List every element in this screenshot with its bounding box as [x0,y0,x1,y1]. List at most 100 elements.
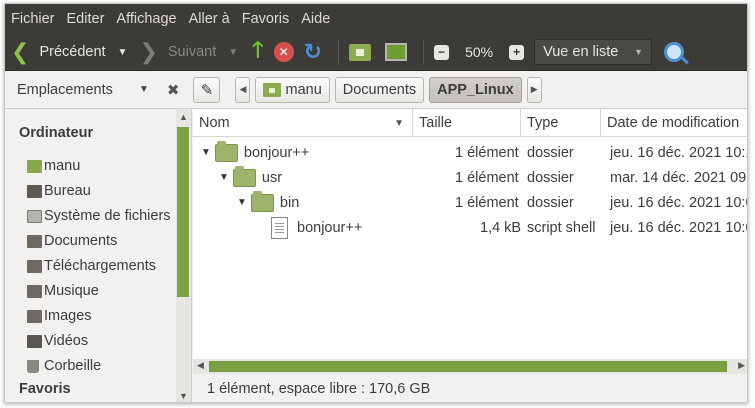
folder-icon [250,190,274,212]
sidebar-item-videos[interactable]: Vidéos [27,330,88,352]
sidebar-item-label: Corbeille [44,358,102,374]
type-cell: dossier [527,144,574,161]
sidebar-item-label: Système de fichiers [44,208,171,224]
breadcrumb-scroll-right[interactable]: ▶ [526,76,542,103]
modified-cell: mar. 14 déc. 2021 09: [610,169,748,186]
breadcrumb-label: APP_Linux [437,81,514,98]
places-dropdown-label[interactable]: Emplacements [17,82,139,98]
expander-open-icon[interactable]: ▼ [219,172,229,183]
column-header-name[interactable]: Nom ▼ [193,109,413,137]
zoom-level: 50% [465,44,494,60]
chevron-down-icon: ▼ [634,47,644,57]
sidebar-scroll-thumb[interactable] [177,127,189,297]
sidebar-item-filesystem[interactable]: Système de fichiers [27,205,171,227]
sidebar-item-documents[interactable]: Documents [27,230,117,252]
file-name: usr [261,169,283,186]
home-folder-icon [27,159,42,173]
file-name: bin [279,194,300,211]
videos-icon [27,334,42,348]
sidebar-item-label: Documents [44,233,118,249]
menu-affichage[interactable]: Affichage [116,11,176,27]
expander-open-icon[interactable]: ▼ [237,197,247,208]
table-row[interactable]: ▼ usr 1 élément dossier mar. 14 déc. 202… [193,165,748,190]
breadcrumb-documents[interactable]: Documents [334,76,425,103]
type-cell: dossier [527,169,574,186]
search-icon[interactable] [664,42,685,62]
up-arrow-icon[interactable]: 🡑 [252,33,263,71]
breadcrumb-app-linux[interactable]: APP_Linux [429,76,522,103]
horizontal-scroll-thumb[interactable] [209,361,727,372]
sidebar-heading-computer: Ordinateur [19,125,94,141]
file-name: bonjour++ [297,219,363,236]
sidebar-item-trash[interactable]: Corbeille [27,355,101,377]
home-folder-icon [263,82,282,97]
chevron-right-icon: ▶ [530,84,538,94]
sidebar-item-label: Images [44,308,92,324]
view-mode-select[interactable]: Vue en liste ▼ [534,39,653,65]
documents-icon [27,234,42,248]
size-cell: 1 élément [455,194,519,211]
column-headers: Nom ▼ Taille Type Date de modification [193,109,747,137]
menu-bar: Fichier Editer Affichage Aller à Favoris… [5,4,747,34]
column-header-modified[interactable]: Date de modification [601,109,747,137]
sidebar-item-bureau[interactable]: Bureau [27,180,91,202]
forward-button[interactable]: ❯ Suivant [139,41,216,63]
menu-favoris[interactable]: Favoris [242,11,290,27]
menu-aide[interactable]: Aide [301,11,330,27]
expander-open-icon[interactable]: ▼ [201,147,211,158]
sort-descending-icon: ▼ [394,117,404,129]
drive-icon [27,209,42,223]
status-text: 1 élément, espace libre : 170,6 GB [207,381,431,397]
breadcrumb-scroll-left[interactable]: ◀ [235,76,251,103]
zoom-in-icon[interactable]: + [509,44,525,60]
computer-icon[interactable] [385,43,408,61]
modified-cell: jeu. 16 déc. 2021 10:0 [610,219,748,236]
sidebar-item-music[interactable]: Musique [27,280,99,302]
menu-editer[interactable]: Editer [67,11,105,27]
back-arrow-icon: ❮ [11,39,30,64]
chevron-left-icon[interactable]: ◀ [197,360,204,371]
close-sidebar-icon[interactable]: ✖ [167,81,180,99]
name-cell: bonjour++ [271,215,362,240]
file-list: Nom ▼ Taille Type Date de modification ▼… [193,109,748,379]
column-label: Taille [419,115,453,131]
sidebar-item-downloads[interactable]: Téléchargements [27,255,156,277]
size-cell: 1,4 kB [480,219,522,236]
location-bar: Emplacements ▼ ✖ ✎ ◀ manu Documents APP_… [5,71,747,109]
home-folder-icon[interactable] [349,43,372,61]
menu-aller-a[interactable]: Aller à [189,11,230,27]
chevron-down-icon[interactable]: ▼ [179,391,188,401]
pictures-icon [27,309,42,323]
back-button[interactable]: ❮ Précédent [11,41,106,63]
sidebar-item-images[interactable]: Images [27,305,92,327]
stop-icon[interactable]: ✕ [273,42,294,62]
sidebar-item-manu[interactable]: manu [27,155,80,177]
reload-icon[interactable]: ↻ [304,39,322,65]
size-cell: 1 élément [455,144,519,161]
chevron-right-icon[interactable]: ▶ [738,360,745,371]
forward-history-dropdown-icon[interactable]: ▼ [228,47,238,58]
folder-icon [232,165,256,187]
table-row[interactable]: ▼ bin 1 élément dossier jeu. 16 déc. 202… [193,190,748,215]
chevron-down-icon[interactable]: ▼ [139,84,149,95]
modified-cell: jeu. 16 déc. 2021 10:0 [610,194,748,211]
table-row[interactable]: ▼ bonjour++ 1 élément dossier jeu. 16 dé… [193,140,747,165]
breadcrumb-manu[interactable]: manu [255,76,330,103]
type-cell: dossier [527,194,574,211]
edit-location-button[interactable]: ✎ [193,76,221,103]
name-cell: ▼ usr [219,165,282,190]
size-cell: 1 élément [455,169,519,186]
sidebar-item-label: manu [44,158,81,174]
file-manager-window: Fichier Editer Affichage Aller à Favoris… [4,3,748,403]
column-header-type[interactable]: Type [521,109,601,137]
table-row[interactable]: bonjour++ 1,4 kB script shell jeu. 16 dé… [193,215,748,240]
horizontal-scrollbar[interactable]: ◀ ▶ [193,359,747,374]
zoom-out-icon[interactable]: − [434,44,450,60]
back-history-dropdown-icon[interactable]: ▼ [118,47,128,58]
column-header-size[interactable]: Taille [413,109,521,137]
sidebar-scrollbar[interactable]: ▲ ▼ [176,109,191,402]
downloads-icon [27,259,42,273]
menu-fichier[interactable]: Fichier [11,11,55,27]
chevron-up-icon[interactable]: ▲ [179,112,188,122]
toolbar-separator [338,39,340,65]
